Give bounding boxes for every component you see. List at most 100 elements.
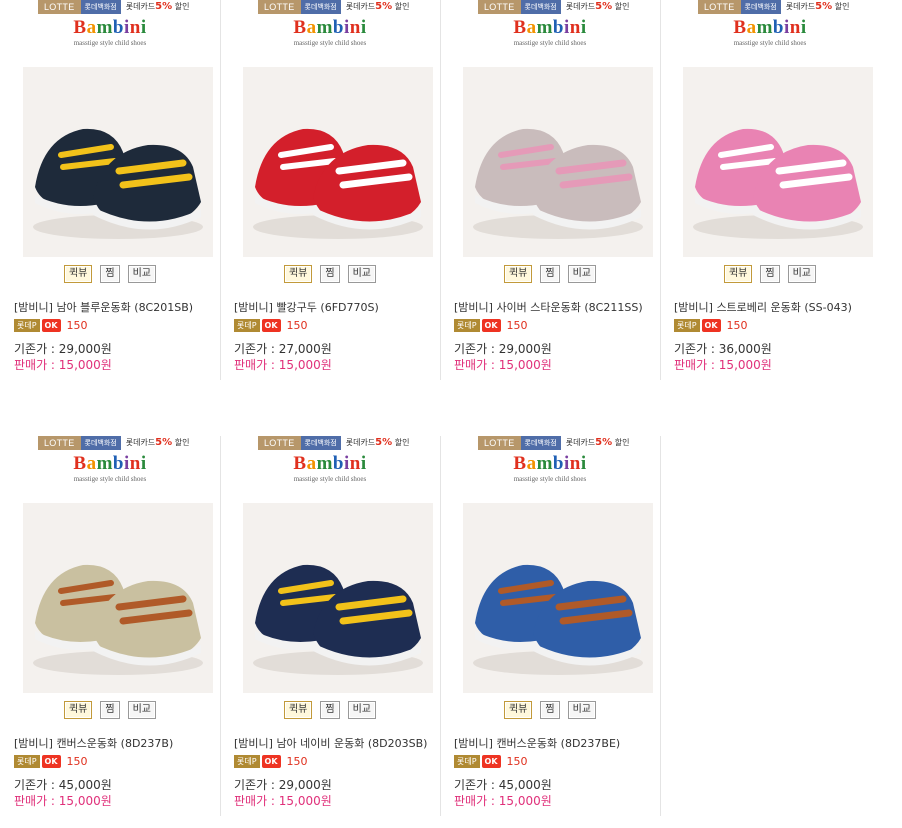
brand-logo-tagline: masstige style child shoes [733,39,807,47]
brand-logo: Bambini masstige style child shoes [440,18,660,48]
brand-logo: Bambini masstige style child shoes [220,454,440,484]
brand-logo-tagline: masstige style child shoes [513,475,587,483]
wish-button[interactable]: 찜 [540,265,560,283]
wish-button[interactable]: 찜 [100,265,120,283]
compare-button[interactable]: 비교 [127,701,156,719]
wish-button[interactable]: 찜 [320,265,340,283]
product-card: LOTTE 롯데백화점 롯데카드5% 할인 Bambini masstige s… [440,0,661,380]
sale-price: 판매가 : 15,000원 [14,358,112,372]
card-discount-label: 롯데카드5% 할인 [125,1,190,12]
product-image[interactable] [463,503,653,693]
lotte-label: LOTTE [38,0,81,14]
card-discount-label: 롯데카드5% 할인 [125,437,190,448]
product-name[interactable]: [밤비니] 빨강구두 (6FD770S) [234,299,379,315]
sale-price: 판매가 : 15,000원 [234,358,332,372]
lotte-point-badge: 롯데P [454,319,480,332]
lotte-point-badge: 롯데P [454,755,480,768]
lotte-point-badge: 롯데P [14,755,40,768]
lotte-point-badge: 롯데P [234,755,260,768]
original-price: 기존가 : 36,000원 [674,342,772,356]
lotte-point-badge: 롯데P [674,319,700,332]
store-label: 롯데백화점 [740,0,781,14]
product-card: LOTTE 롯데백화점 롯데카드5% 할인 Bambini masstige s… [220,436,441,816]
brand-logo-word: Bambini [73,17,147,38]
store-label: 롯데백화점 [300,436,341,450]
shoe-illustration [23,67,213,257]
brand-logo: Bambini masstige style child shoes [0,17,220,48]
lotte-promo-banner[interactable]: LOTTE 롯데백화점 롯데카드5% 할인 [698,0,884,14]
product-image[interactable] [23,503,213,693]
store-label: 롯데백화점 [520,0,561,14]
lotte-label: LOTTE [258,0,301,14]
ok-cashbag-badge: OK [481,755,501,768]
compare-button[interactable]: 비교 [347,701,376,719]
wish-button[interactable]: 찜 [100,701,120,719]
lotte-label: LOTTE [478,436,521,450]
product-image[interactable] [243,503,433,693]
original-price: 기존가 : 29,000원 [14,342,112,356]
original-price: 기존가 : 29,000원 [454,342,552,356]
card-discount-label: 롯데카드5% 할인 [345,437,410,448]
store-label: 롯데백화점 [80,436,121,450]
point-value: 150 [726,319,748,332]
wish-button[interactable]: 찜 [540,701,560,719]
shoe-illustration [23,503,213,693]
compare-button[interactable]: 비교 [787,265,816,283]
sale-price: 판매가 : 15,000원 [674,358,772,372]
ok-cashbag-badge: OK [481,319,501,332]
sale-price: 판매가 : 15,000원 [454,358,552,372]
quick-view-button[interactable]: 퀵뷰 [723,265,753,283]
lotte-promo-banner[interactable]: LOTTE 롯데백화점 롯데카드5% 할인 [258,0,444,14]
brand-logo-tagline: masstige style child shoes [293,475,367,483]
lotte-label: LOTTE [478,0,521,14]
quick-view-button[interactable]: 퀵뷰 [503,701,533,719]
brand-logo-tagline: masstige style child shoes [513,39,587,47]
original-price: 기존가 : 29,000원 [234,778,332,792]
quick-view-button[interactable]: 퀵뷰 [503,265,533,283]
product-name[interactable]: [밤비니] 사이버 스타운동화 (8C211SS) [454,299,643,315]
sale-price: 판매가 : 15,000원 [454,794,552,808]
shoe-illustration [463,67,653,257]
quick-view-button[interactable]: 퀵뷰 [63,265,93,283]
brand-logo: Bambini masstige style child shoes [0,454,220,484]
product-name[interactable]: [밤비니] 캔버스운동화 (8D237B) [14,735,173,751]
quick-view-button[interactable]: 퀵뷰 [283,701,313,719]
quick-view-button[interactable]: 퀵뷰 [283,265,313,283]
lotte-promo-banner[interactable]: LOTTE 롯데백화점 롯데카드5% 할인 [38,0,224,14]
product-name[interactable]: [밤비니] 스트로베리 운동화 (SS-043) [674,299,852,315]
original-price: 기존가 : 27,000원 [234,342,332,356]
product-image[interactable] [683,67,873,257]
product-image[interactable] [243,67,433,257]
card-discount-label: 롯데카드5% 할인 [345,1,410,12]
shoe-illustration [683,67,873,257]
product-name[interactable]: [밤비니] 캔버스운동화 (8D237BE) [454,735,620,751]
shoe-illustration [463,503,653,693]
product-card: LOTTE 롯데백화점 롯데카드5% 할인 Bambini masstige s… [440,436,661,816]
compare-button[interactable]: 비교 [347,265,376,283]
shoe-illustration [243,67,433,257]
lotte-point-badge: 롯데P [234,319,260,332]
product-card: LOTTE 롯데백화점 롯데카드5% 할인 Bambini masstige s… [0,436,221,816]
card-discount-label: 롯데카드5% 할인 [565,1,630,12]
lotte-promo-banner[interactable]: LOTTE 롯데백화점 롯데카드5% 할인 [478,436,664,450]
store-label: 롯데백화점 [520,436,561,450]
original-price: 기존가 : 45,000원 [454,778,552,792]
original-price: 기존가 : 45,000원 [14,778,112,792]
compare-button[interactable]: 비교 [127,265,156,283]
sale-price: 판매가 : 15,000원 [14,794,112,808]
lotte-promo-banner[interactable]: LOTTE 롯데백화점 롯데카드5% 할인 [258,436,444,450]
lotte-promo-banner[interactable]: LOTTE 롯데백화점 롯데카드5% 할인 [38,436,224,450]
product-name[interactable]: [밤비니] 남아 블루운동화 (8C201SB) [14,299,193,315]
product-card: LOTTE 롯데백화점 롯데카드5% 할인 Bambini masstige s… [660,0,880,380]
wish-button[interactable]: 찜 [760,265,780,283]
wish-button[interactable]: 찜 [320,701,340,719]
compare-button[interactable]: 비교 [567,701,596,719]
quick-view-button[interactable]: 퀵뷰 [63,701,93,719]
product-image[interactable] [23,67,213,257]
product-image[interactable] [463,67,653,257]
ok-cashbag-badge: OK [261,319,281,332]
product-name[interactable]: [밤비니] 남아 네이비 운동화 (8D203SB) [234,735,427,751]
ok-cashbag-badge: OK [701,319,721,332]
compare-button[interactable]: 비교 [567,265,596,283]
lotte-promo-banner[interactable]: LOTTE 롯데백화점 롯데카드5% 할인 [478,0,664,14]
